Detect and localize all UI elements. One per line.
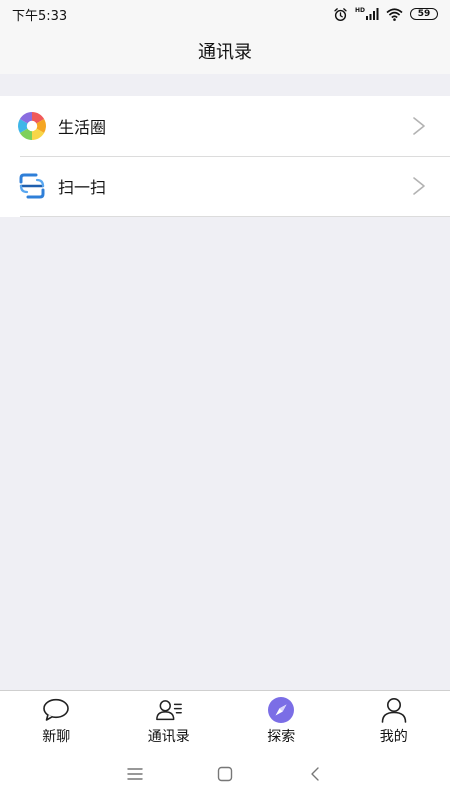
tab-explore[interactable]: 探索 bbox=[225, 691, 338, 747]
page-title: 通讯录 bbox=[198, 42, 252, 63]
tab-label: 我的 bbox=[379, 729, 408, 745]
battery-icon: 59 bbox=[410, 8, 438, 20]
person-icon bbox=[380, 696, 408, 724]
alarm-icon bbox=[334, 7, 347, 21]
cellular-signal-icon: HD bbox=[355, 8, 379, 20]
menu-icon bbox=[127, 767, 143, 780]
chevron-right-icon bbox=[413, 117, 425, 135]
menu-button[interactable] bbox=[123, 762, 147, 786]
tab-label: 新聊 bbox=[42, 729, 71, 745]
camera-aperture-icon bbox=[17, 111, 47, 141]
status-icons: HD 59 bbox=[333, 7, 438, 22]
list-item-label: 扫一扫 bbox=[58, 178, 107, 197]
scan-icon bbox=[17, 171, 47, 201]
bottom-tab-bar: 新聊 通讯录 探索 我的 bbox=[0, 690, 450, 747]
explore-list: 生活圈 扫一扫 bbox=[0, 96, 450, 217]
status-time: 下午5:33 bbox=[12, 8, 68, 24]
system-navigation-bar bbox=[0, 747, 450, 800]
list-item-moments[interactable]: 生活圈 bbox=[0, 96, 450, 156]
chevron-right-icon bbox=[413, 177, 425, 195]
battery-level: 59 bbox=[417, 8, 431, 19]
compass-icon bbox=[267, 696, 295, 724]
tab-label: 通讯录 bbox=[147, 729, 190, 745]
network-type-label: HD bbox=[354, 7, 365, 14]
home-square-icon bbox=[217, 766, 233, 781]
list-item-scan[interactable]: 扫一扫 bbox=[0, 156, 450, 216]
list-item-label: 生活圈 bbox=[58, 118, 107, 137]
list-divider bbox=[20, 216, 450, 217]
page-header: 通讯录 bbox=[0, 28, 450, 74]
back-button[interactable] bbox=[303, 762, 327, 786]
chat-bubble-icon bbox=[42, 696, 70, 724]
home-button[interactable] bbox=[213, 762, 237, 786]
tab-new-chat[interactable]: 新聊 bbox=[0, 691, 113, 747]
back-chevron-icon bbox=[311, 766, 319, 781]
tab-contacts[interactable]: 通讯录 bbox=[113, 691, 226, 747]
status-bar: 下午5:33 HD 59 bbox=[0, 0, 450, 28]
contacts-icon bbox=[155, 696, 183, 724]
tab-me[interactable]: 我的 bbox=[338, 691, 450, 747]
wifi-icon bbox=[386, 7, 403, 21]
tab-label: 探索 bbox=[267, 729, 296, 745]
